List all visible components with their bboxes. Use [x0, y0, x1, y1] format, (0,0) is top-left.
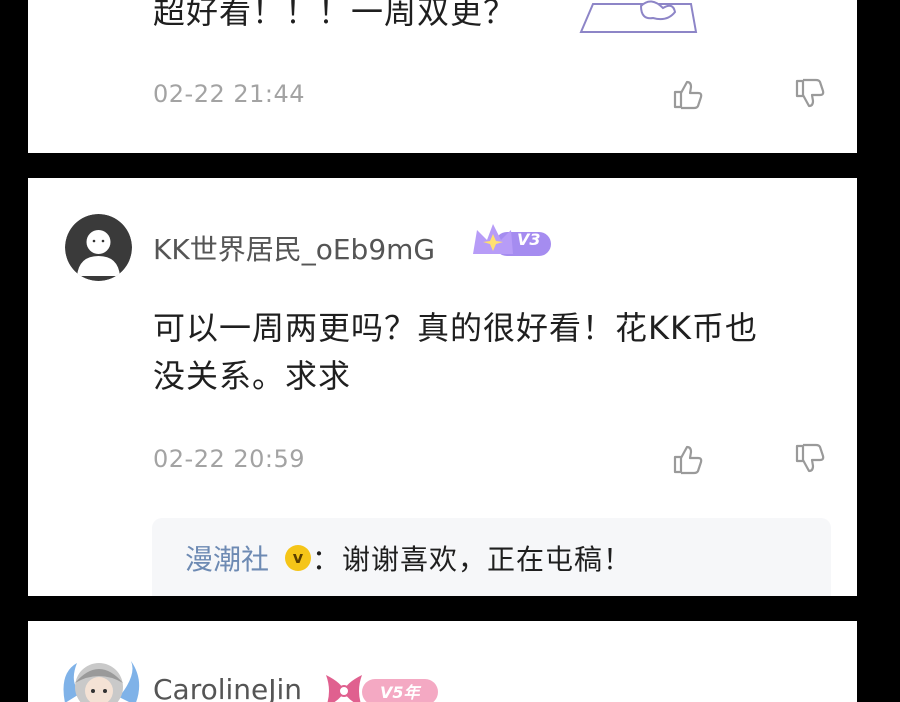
username[interactable]: KK世界居民_oEb9mG [153, 228, 435, 268]
comment-timestamp: 02-22 20:59 [153, 445, 306, 473]
crown-icon [473, 224, 551, 256]
thumbs-up-icon [673, 80, 703, 110]
thumbs-down-icon [795, 443, 825, 473]
thumbs-down-icon [795, 78, 825, 108]
avatar[interactable] [65, 214, 132, 281]
comment-card: KK世界居民_oEb9mG V3 可以一周两更吗？真的很好看！花KK币也 没关系… [28, 178, 857, 596]
sticker-image [579, 0, 698, 33]
level-badge-text: V3 [517, 230, 541, 249]
level-badge-text: V5年 [380, 683, 420, 702]
level-badge: V3 [471, 224, 553, 256]
reply-text: 谢谢喜欢，正在屯稿！ [342, 543, 633, 576]
comment-card: 超好看！！！一周双更？ 02-22 21:44 [28, 0, 857, 153]
comment-timestamp: 02-22 21:44 [153, 80, 306, 108]
comment-text-line-2: 没关系。求求 [153, 357, 352, 395]
username[interactable]: CarolineJin [153, 673, 302, 702]
like-button[interactable] [670, 442, 704, 476]
verified-icon: v [285, 545, 311, 571]
author-reply[interactable]: 漫潮社 v ： 谢谢喜欢，正在屯稿！ [152, 518, 831, 596]
anime-avatar-icon [63, 661, 140, 702]
comment-card: CarolineJin V5年 [28, 621, 857, 702]
thumbs-up-icon [673, 445, 703, 475]
dislike-button[interactable] [792, 77, 826, 111]
avatar[interactable] [63, 655, 140, 702]
default-avatar-icon [65, 214, 132, 281]
dislike-button[interactable] [792, 442, 826, 476]
reply-author[interactable]: 漫潮社 [185, 538, 269, 578]
level-badge: V5年 [322, 669, 440, 702]
comment-text: 超好看！！！一周双更？ [153, 0, 517, 31]
comment-text-line-1: 可以一周两更吗？真的很好看！花KK币也 [153, 309, 758, 347]
reply-separator: ： [312, 543, 342, 576]
like-button[interactable] [670, 77, 704, 111]
